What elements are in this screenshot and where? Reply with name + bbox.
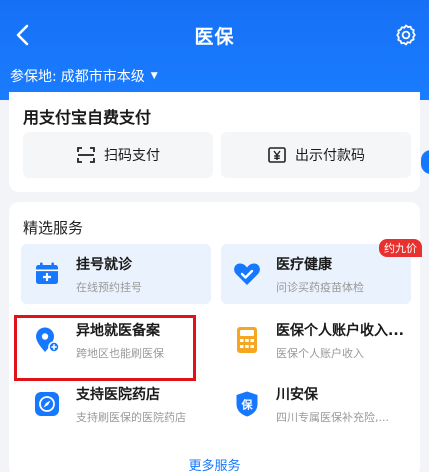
service-desc: 支持刷医保的医院药店 xyxy=(76,410,186,424)
caret-down-icon: ▼ xyxy=(150,71,158,81)
insured-location-selector[interactable]: 参保地: 成都市市本级 ▼ xyxy=(10,66,158,86)
service-desc: 在线预约挂号 xyxy=(76,280,142,294)
yuan-icon xyxy=(268,147,286,163)
service-desc: 跨地区也能刷医保 xyxy=(76,346,164,360)
service-name: 医疗健康 xyxy=(276,256,332,273)
gear-icon xyxy=(396,24,416,46)
service-name: 异地就医备案 xyxy=(76,322,160,339)
location-plus-icon xyxy=(32,325,62,355)
service-desc: 四川专属医保补充险,... xyxy=(276,410,389,424)
compass-icon xyxy=(32,389,62,419)
service-tile-chuananbao[interactable]: 保 川安保 四川专属医保补充险,... xyxy=(221,374,411,434)
location-label: 参保地: xyxy=(10,69,57,85)
service-name: 医保个人账户收入... xyxy=(276,322,404,339)
self-pay-title: 用支付宝自费支付 xyxy=(23,108,152,127)
show-paycode-button[interactable]: 出示付款码 xyxy=(221,132,411,178)
service-tile-appointment[interactable]: 挂号就诊 在线预约挂号 xyxy=(21,244,211,304)
services-title: 精选服务 xyxy=(23,219,84,237)
scan-pay-button[interactable]: 扫码支付 xyxy=(23,132,213,178)
page-title: 医保 xyxy=(194,26,235,48)
scan-pay-label: 扫码支付 xyxy=(104,148,160,164)
service-desc: 医保个人账户收入 xyxy=(276,346,364,360)
calculator-icon xyxy=(232,325,262,355)
service-tile-account-income[interactable]: 医保个人账户收入... 医保个人账户收入 xyxy=(221,310,411,370)
show-paycode-label: 出示付款码 xyxy=(295,148,365,164)
shield-bao-icon: 保 xyxy=(232,389,262,419)
service-name: 支持医院药店 xyxy=(76,386,160,403)
service-tile-hospitals[interactable]: 支持医院药店 支持刷医保的医院药店 xyxy=(21,374,211,434)
more-services-link[interactable]: 更多服务 xyxy=(0,455,429,472)
calendar-plus-icon xyxy=(32,259,62,289)
service-tile-offsite-filing[interactable]: 异地就医备案 跨地区也能刷医保 xyxy=(21,310,211,370)
scan-icon xyxy=(77,147,95,163)
header-bar: 医保 参保地: 成都市市本级 ▼ xyxy=(0,0,429,100)
service-name: 挂号就诊 xyxy=(76,256,132,273)
svg-text:保: 保 xyxy=(241,398,254,412)
service-desc: 问诊买药疫苗体检 xyxy=(276,280,364,294)
featured-services-card: 精选服务 挂号就诊 在线预约挂号 医疗健康 问诊买药疫苗体检 约九价 异地就医备… xyxy=(9,202,422,472)
promo-badge: 约九价 xyxy=(379,239,422,257)
heart-icon xyxy=(232,259,262,289)
service-name: 川安保 xyxy=(276,386,318,403)
side-float-tab[interactable] xyxy=(421,150,429,174)
location-value: 成都市市本级 xyxy=(60,69,145,85)
self-pay-card: 用支付宝自费支付 扫码支付 出示付款码 xyxy=(9,92,420,192)
settings-button[interactable] xyxy=(391,20,421,50)
